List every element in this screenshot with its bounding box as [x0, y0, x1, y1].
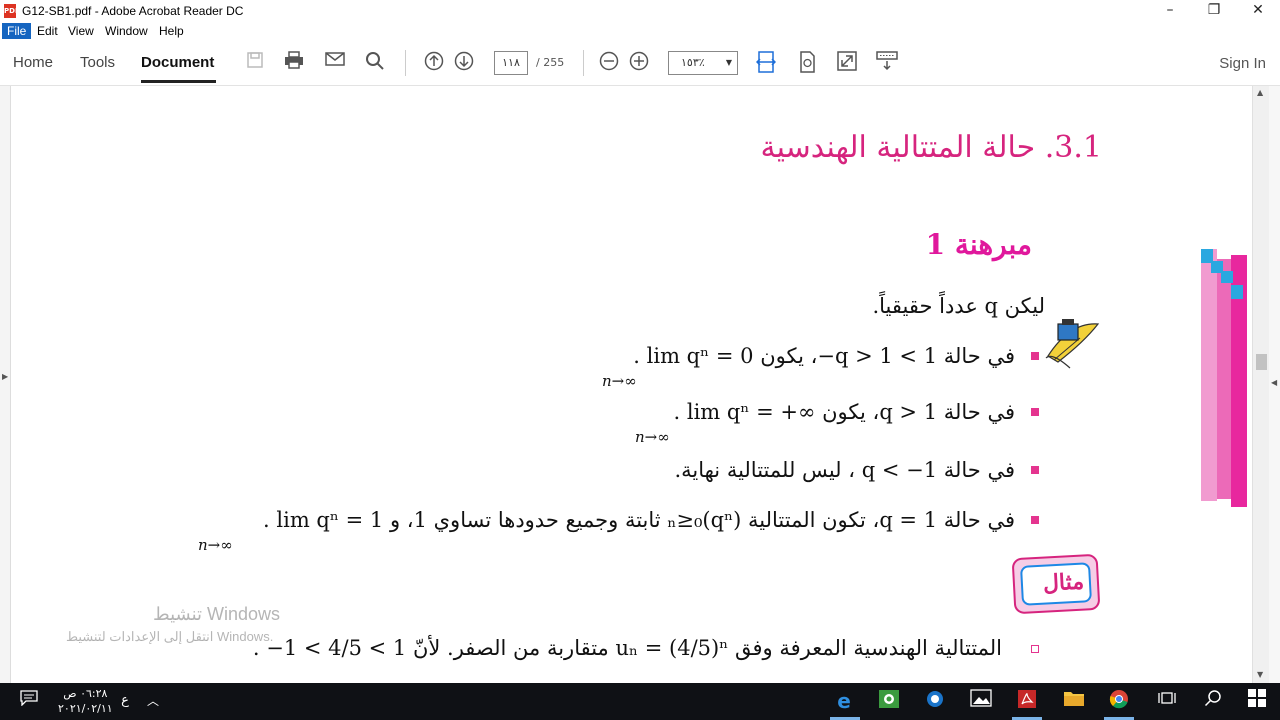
- zoom-in-icon[interactable]: [628, 51, 650, 73]
- task-view-icon[interactable]: [1154, 689, 1180, 713]
- acrobat-icon: PDF: [4, 4, 20, 18]
- chevron-down-icon: ▼: [725, 58, 732, 67]
- scroll-down-icon[interactable]: ▼: [1257, 670, 1263, 679]
- bullet-marker: [1031, 352, 1039, 360]
- activation-watermark-title: تنشيط Windows: [153, 604, 281, 624]
- page-total: / 255: [536, 56, 565, 69]
- clock-time: ٠٦:٢٨ ص: [63, 687, 108, 700]
- bullet-marker: [1031, 466, 1039, 474]
- menu-edit[interactable]: Edit: [32, 23, 63, 39]
- photos-icon[interactable]: [968, 689, 994, 713]
- print-icon[interactable]: [283, 51, 305, 73]
- close-button[interactable]: ✕: [1236, 0, 1280, 22]
- email-icon[interactable]: [324, 51, 346, 73]
- scroll-up-icon[interactable]: ▲: [1257, 88, 1263, 97]
- example-label: مثال: [1042, 568, 1085, 597]
- tab-home[interactable]: Home: [13, 54, 53, 71]
- zoom-value: ١٥٣٪: [681, 56, 705, 69]
- example-text: المتتالية الهندسية المعرفة وفق uₙ = (4/5…: [252, 636, 1002, 660]
- menu-view[interactable]: View: [63, 23, 99, 39]
- zoom-select[interactable]: ١٥٣٪ ▼: [668, 51, 738, 75]
- window-title: G12-SB1.pdf - Adobe Acrobat Reader DC: [22, 4, 244, 18]
- file-explorer-icon[interactable]: [1061, 689, 1087, 713]
- tab-tools[interactable]: Tools: [80, 54, 115, 71]
- right-panel-toggle[interactable]: ◀: [1269, 86, 1280, 683]
- bullet-marker: [1031, 645, 1039, 653]
- menu-help[interactable]: Help: [154, 23, 189, 39]
- sign-in-link[interactable]: Sign In: [1219, 55, 1266, 72]
- document-viewport[interactable]: ▶ 3.1. حالة المتتالية الهندسية مبرهنة 1 …: [0, 86, 1280, 683]
- chevron-right-icon: ▶: [2, 372, 9, 381]
- activation-watermark-subtitle: انتقل إلى الإعدادات لتنشيط Windows.: [66, 629, 274, 644]
- active-tab-indicator: [141, 80, 216, 83]
- taskbar: ٠٦:٢٨ ص ٢٠٢١/٠٢/١١ ع ︿ e: [0, 683, 1280, 720]
- theorem-item-1: في حالة 1 > q > 1−، يكون 0 = lim qⁿ .: [633, 344, 1015, 368]
- menu-window[interactable]: Window: [100, 23, 153, 39]
- theorem-item-3: في حالة 1− > q ، ليس للمتتالية نهاية.: [674, 458, 1015, 482]
- chevron-left-icon: ◀: [1271, 378, 1278, 387]
- menu-file[interactable]: File: [2, 23, 32, 39]
- restore-button[interactable]: ❐: [1192, 0, 1236, 22]
- zoom-out-icon[interactable]: [598, 51, 620, 73]
- full-screen-icon[interactable]: [836, 51, 858, 73]
- toolbar-divider: [583, 50, 584, 76]
- limit-subscript: n→∞: [198, 536, 233, 554]
- title-bar: PDF G12-SB1.pdf - Adobe Acrobat Reader D…: [0, 0, 1280, 22]
- toolbar: Home Tools Document ١١٨ / 255 ١٥٣٪ ▼ Sig…: [0, 40, 1280, 86]
- windows-start-icon[interactable]: [1244, 689, 1270, 713]
- screen-recorder-icon[interactable]: [876, 689, 902, 713]
- theorem-item-4: في حالة q = 1، تكون المتتالية (qⁿ)ₙ≥₀ ثا…: [263, 508, 1015, 532]
- quill-inkpot-icon: [1045, 319, 1100, 369]
- edge-icon[interactable]: e: [831, 689, 857, 713]
- tab-document[interactable]: Document: [141, 54, 214, 71]
- theorem-title: مبرهنة 1: [925, 228, 1032, 261]
- notification-icon[interactable]: [16, 689, 42, 713]
- clock-date: ٢٠٢١/٠٢/١١: [58, 702, 113, 715]
- keyboard-scroll-icon[interactable]: [876, 51, 898, 73]
- bullet-marker: [1031, 408, 1039, 416]
- save-icon[interactable]: [244, 51, 266, 73]
- acrobat-taskbar-icon[interactable]: [1014, 689, 1040, 713]
- limit-subscript: n→∞: [602, 372, 637, 390]
- clock[interactable]: ٠٦:٢٨ ص ٢٠٢١/٠٢/١١: [58, 686, 113, 716]
- limit-subscript: n→∞: [635, 428, 670, 446]
- arrow-down-icon[interactable]: [453, 51, 475, 73]
- theorem-intro: ليكن q عدداً حقيقياً.: [872, 294, 1045, 318]
- search-icon[interactable]: [364, 51, 386, 73]
- arrow-up-icon[interactable]: [423, 51, 445, 73]
- camera-app-icon[interactable]: [922, 689, 948, 713]
- bullet-marker: [1031, 516, 1039, 524]
- rotate-page-icon[interactable]: [796, 51, 818, 73]
- fit-width-icon[interactable]: [755, 51, 777, 73]
- page-edge-decoration: [1201, 249, 1247, 507]
- example-badge: مثال: [1011, 553, 1101, 615]
- chevron-up-icon[interactable]: ︿: [140, 689, 166, 713]
- menu-bar: File Edit View Window Help: [0, 22, 1280, 40]
- vertical-scrollbar[interactable]: ▲ ▼: [1252, 86, 1269, 683]
- section-heading: 3.1. حالة المتتالية الهندسية: [760, 130, 1103, 165]
- page-number-input[interactable]: ١١٨: [494, 51, 528, 75]
- input-language[interactable]: ع: [112, 689, 138, 713]
- chrome-icon[interactable]: [1106, 689, 1132, 713]
- scrollbar-thumb[interactable]: [1256, 354, 1267, 370]
- toolbar-divider: [405, 50, 406, 76]
- minimize-button[interactable]: –: [1148, 0, 1192, 22]
- theorem-item-2: في حالة q > 1، يكون ∞+ = lim qⁿ .: [673, 400, 1016, 424]
- search-icon[interactable]: [1200, 689, 1226, 713]
- left-panel-toggle[interactable]: ▶: [0, 86, 11, 683]
